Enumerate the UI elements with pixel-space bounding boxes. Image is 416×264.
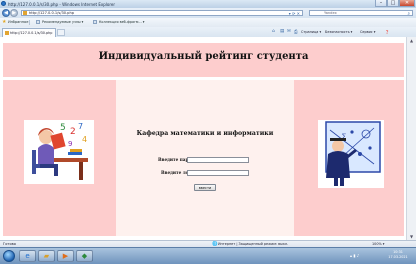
taskbar-app-icon[interactable]: ◆ (76, 250, 93, 262)
professor-at-blackboard-illustration: ∑ (318, 120, 384, 188)
separator (29, 19, 30, 25)
svg-text:5: 5 (60, 123, 66, 133)
svg-text:2: 2 (70, 127, 76, 137)
search-field[interactable]: Yandex ⌕ (309, 9, 413, 17)
login-field[interactable] (187, 170, 249, 176)
windows-taskbar: e ▰ ▶ ◆ ▴ ▮ ♪ 10:31 17.03.2021 (0, 247, 416, 264)
page-icon (23, 11, 27, 16)
svg-text:9: 9 (68, 140, 72, 148)
left-panel: 5 2 7 4 9 (3, 80, 116, 236)
student-with-books-illustration: 5 2 7 4 9 (24, 120, 94, 184)
print-icon[interactable]: ⎙ (294, 29, 298, 35)
home-icon[interactable]: ⌂ (272, 29, 275, 34)
tab-page-icon (4, 31, 9, 35)
mail-icon[interactable]: ✉ (287, 29, 291, 34)
page-menu[interactable]: Страница ▾ (301, 30, 321, 34)
address-field[interactable]: http://127.0.0.1/s/30.php ▾ ⟳ ✕ (21, 9, 303, 16)
zoom-level[interactable]: 100% ▾ (372, 242, 384, 246)
search-placeholder: Yandex (324, 11, 337, 16)
taskbar-ie-icon[interactable]: e (19, 250, 36, 262)
tools-menu[interactable]: Сервис ▾ (360, 30, 375, 34)
window-title: http://127.0.0.1/s/30.php - Windows Inte… (8, 1, 116, 7)
new-tab-button[interactable] (57, 29, 65, 36)
password-field[interactable] (187, 156, 249, 163)
address-url: http://127.0.0.1/s/30.php (29, 11, 75, 16)
maximize-button[interactable]: □ (387, 0, 399, 7)
submit-button[interactable]: ввести (194, 184, 216, 191)
scroll-up-arrow-icon[interactable]: ▲ (409, 38, 415, 43)
browser-tab[interactable]: http://127.0.0.1/s/30.php (2, 28, 56, 37)
page-title: Индивидуальный рейтинг студента (98, 51, 309, 62)
favorites-button[interactable]: Избранное (8, 20, 28, 24)
security-zone-text[interactable]: Интернет | Защищенный режим: выкл. (218, 242, 288, 246)
safety-menu[interactable]: Безопасность ▾ (325, 30, 352, 34)
taskbar-explorer-icon[interactable]: ▰ (38, 250, 55, 262)
favorites-item-web-slice-gallery[interactable]: Коллекция веб-фрагм... ▾ (99, 20, 144, 24)
forward-button[interactable]: ▶ (10, 9, 18, 17)
suggested-sites-icon (36, 20, 40, 24)
start-button[interactable] (3, 249, 15, 262)
internet-zone-icon: 🌐 (212, 241, 218, 247)
scroll-down-arrow-icon[interactable]: ▼ (409, 234, 415, 239)
feeds-icon[interactable]: ▤ (280, 29, 284, 34)
taskbar-media-icon[interactable]: ▶ (57, 250, 74, 262)
tab-command-bar: http://127.0.0.1/s/30.php ⌂ ▤ ✉ ⎙ Страни… (0, 27, 416, 38)
right-panel: ∑ (294, 80, 404, 236)
back-button[interactable]: ◀ (2, 9, 10, 17)
ie-icon (1, 1, 6, 6)
svg-text:4: 4 (82, 135, 87, 144)
favorites-item-suggested-sites[interactable]: Рекомендуемые узлы ▾ (42, 20, 83, 24)
help-icon[interactable]: ❓ (385, 30, 389, 34)
svg-text:7: 7 (78, 122, 83, 131)
tab-title: http://127.0.0.1/s/30.php (10, 31, 53, 36)
search-icon[interactable]: ⌕ (407, 11, 410, 17)
minimize-button[interactable]: – (375, 0, 387, 7)
favorites-star-icon[interactable]: ★ (2, 19, 6, 25)
department-title: Кафедра математики и информатики (136, 130, 274, 137)
vertical-scrollbar[interactable]: ▲ ▼ (406, 37, 416, 240)
clock-date: 17.03.2021 (388, 255, 408, 259)
close-window-button[interactable]: ✕ (399, 0, 415, 7)
system-tray-icons[interactable]: ▴ ▮ ♪ (350, 253, 359, 258)
status-text: Готово (3, 242, 16, 247)
taskbar-clock[interactable]: 10:31 17.03.2021 (384, 250, 412, 260)
refresh-stop-icons[interactable]: ▾ ⟳ ✕ (289, 11, 300, 16)
web-slice-gallery-icon (93, 20, 97, 24)
